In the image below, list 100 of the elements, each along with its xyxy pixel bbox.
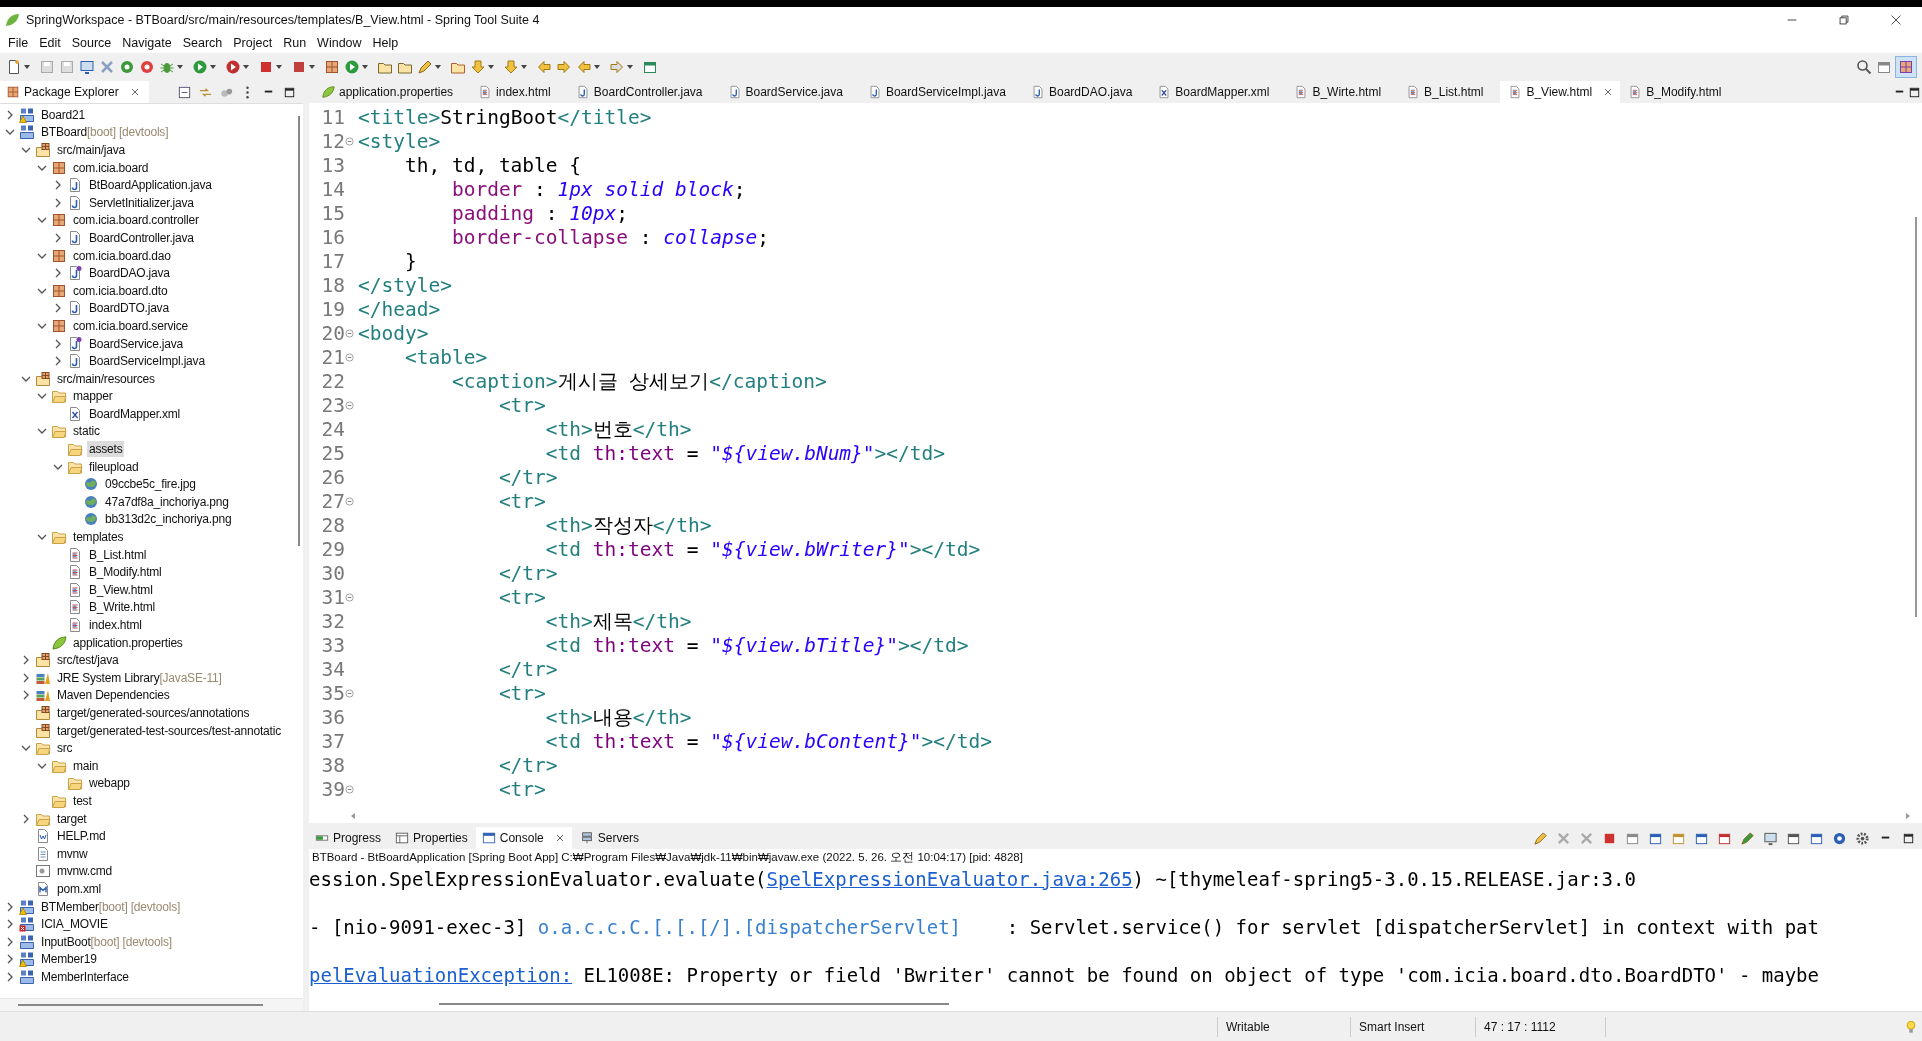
fold-icon[interactable] <box>345 328 354 338</box>
tree-item[interactable]: B_Write.html <box>87 599 158 616</box>
tree-item[interactable]: BoardMapper.xml <box>87 405 183 422</box>
editor-tab[interactable]: B_View.html <box>1500 81 1621 103</box>
new-file-icon[interactable] <box>6 59 22 75</box>
editor-tab[interactable]: BoardServiceImpl.java <box>859 81 1023 103</box>
tree-item[interactable]: application.properties <box>71 634 185 651</box>
editor-tab[interactable]: BoardController.java <box>567 81 720 103</box>
tree-item[interactable]: mvnw <box>55 845 90 862</box>
view-tab[interactable]: Package Explorer <box>0 81 149 103</box>
tree-item[interactable]: src/main/resources <box>55 370 157 387</box>
tree-item[interactable]: com.icia.board <box>71 159 151 176</box>
pen-icon[interactable] <box>417 59 433 75</box>
scroll-right-icon[interactable] <box>1904 812 1912 820</box>
console-link[interactable]: pelEvaluationException: <box>309 964 573 986</box>
tree-item[interactable]: target/generated-test-sources/test-annotatic <box>55 722 283 739</box>
restore-icon[interactable] <box>1837 13 1851 27</box>
tree-item[interactable]: B_List.html <box>87 546 149 563</box>
menu-item[interactable]: Run <box>279 36 314 50</box>
tree-item[interactable]: BoardDTO.java <box>87 300 171 317</box>
panel-tab[interactable]: Properties <box>389 827 474 849</box>
tree-item[interactable]: index.html <box>87 617 144 633</box>
fold-icon[interactable] <box>345 688 354 698</box>
editor-tab[interactable]: application.properties <box>313 81 471 103</box>
tree-item[interactable]: BTMember[boot] [devtools] <box>39 898 183 915</box>
tree-item[interactable]: com.icia.board.service <box>71 317 190 334</box>
tree-item[interactable]: Member19 <box>39 951 99 968</box>
tree-item[interactable]: BoardDAO.java <box>87 265 172 282</box>
tree-item[interactable]: src <box>55 740 75 757</box>
collapse-all-icon[interactable] <box>177 84 192 100</box>
stop-icon[interactable] <box>258 59 274 75</box>
menu-item[interactable]: Window <box>313 36 369 50</box>
scroll-left-icon[interactable] <box>349 812 357 820</box>
editor-tab[interactable]: index.html <box>470 81 568 103</box>
tree-item[interactable]: B_View.html <box>87 581 155 598</box>
panel-tab[interactable]: Servers <box>573 827 646 849</box>
tree-item[interactable]: com.icia.board.controller <box>71 212 201 229</box>
tree-item[interactable]: InputBoot[boot] [devtools] <box>39 933 174 950</box>
tree-item[interactable]: fileupload <box>87 458 141 475</box>
tree-item[interactable]: MemberInterface <box>39 968 131 985</box>
menu-item[interactable]: Help <box>368 36 406 50</box>
fold-icon[interactable] <box>345 400 354 410</box>
editor-tab[interactable]: B_Modify.html <box>1620 81 1739 103</box>
menu-item[interactable]: Navigate <box>118 36 179 50</box>
tree-item[interactable]: Maven Dependencies <box>55 687 172 704</box>
tree-item[interactable]: Board21 <box>39 106 87 123</box>
tree-item[interactable]: BoardController.java <box>87 229 196 246</box>
tree-item[interactable]: JRE System Library[JavaSE-11] <box>55 669 224 686</box>
menu-item[interactable]: Search <box>178 36 230 50</box>
panel-tab[interactable]: Progress <box>309 827 388 849</box>
menu-item[interactable]: Edit <box>35 36 68 50</box>
prev-edit-icon[interactable] <box>536 59 552 75</box>
fold-icon[interactable] <box>345 352 354 362</box>
fold-icon[interactable] <box>345 136 354 146</box>
tree-item[interactable]: mapper <box>71 388 115 405</box>
tree-item[interactable]: assets <box>87 441 125 458</box>
tree-item[interactable]: 09ccbe5c_fire.jpg <box>103 476 198 493</box>
run-icon[interactable] <box>192 59 208 75</box>
tree-item[interactable]: com.icia.board.dao <box>71 247 173 264</box>
scrollbar-thumb[interactable] <box>1915 217 1917 617</box>
scrollbar-thumb[interactable] <box>18 1004 263 1006</box>
tree-item[interactable]: 47a7df8a_inchoriya.png <box>103 493 231 510</box>
menu-item[interactable]: File <box>4 36 36 50</box>
tree-item[interactable]: ServletInitializer.java <box>87 194 196 211</box>
tree-item[interactable]: test <box>71 792 94 809</box>
tree-item[interactable]: HELP.md <box>55 828 108 845</box>
tree-item[interactable]: BoardService.java <box>87 335 185 352</box>
tree-item[interactable]: B_Modify.html <box>87 564 164 581</box>
editor-tab[interactable]: B_Wirte.html <box>1286 81 1399 103</box>
tree-item[interactable]: target/generated-sources/annotations <box>55 705 252 721</box>
panel-tab[interactable]: Console <box>475 827 572 849</box>
scrollbar-thumb[interactable] <box>439 1003 949 1005</box>
display-icon[interactable] <box>1763 830 1778 846</box>
package-icon[interactable] <box>324 59 340 75</box>
tree-item[interactable]: static <box>71 423 102 440</box>
editor-tab[interactable]: BoardService.java <box>719 81 860 103</box>
tree-item[interactable]: com.icia.board.dto <box>71 282 170 299</box>
fold-icon[interactable] <box>345 784 354 794</box>
menu-item[interactable]: Project <box>229 36 280 50</box>
fold-icon[interactable] <box>345 496 354 506</box>
deploy-icon[interactable] <box>291 59 307 75</box>
tree-item[interactable]: BtBoardApplication.java <box>87 177 214 194</box>
tree-item[interactable]: src/main/java <box>55 142 128 158</box>
tree-item[interactable]: ICIA_MOVIE <box>39 916 110 933</box>
tree-item[interactable]: BTBoard[boot] [devtools] <box>39 124 171 141</box>
editor-tab[interactable]: B_List.html <box>1398 81 1501 103</box>
tree-item[interactable]: mvnw.cmd <box>55 863 115 880</box>
editor-tab[interactable]: BoardDAO.java <box>1022 81 1150 103</box>
search-icon[interactable] <box>1856 59 1872 75</box>
tree-item[interactable]: target <box>55 810 89 827</box>
run-tool-icon[interactable] <box>225 59 241 75</box>
settings-icon[interactable] <box>1855 830 1870 846</box>
tree-item[interactable]: main <box>71 757 101 774</box>
menu-item[interactable]: Source <box>67 36 119 50</box>
monitor-icon[interactable] <box>79 59 95 75</box>
open-perspective-icon[interactable] <box>1876 59 1892 75</box>
next-edit-icon[interactable] <box>556 59 572 75</box>
console-link[interactable]: SpelExpressionEvaluator.java:265 <box>766 868 1133 890</box>
tree-item[interactable]: webapp <box>87 775 132 792</box>
scrollbar-thumb[interactable] <box>298 116 300 546</box>
